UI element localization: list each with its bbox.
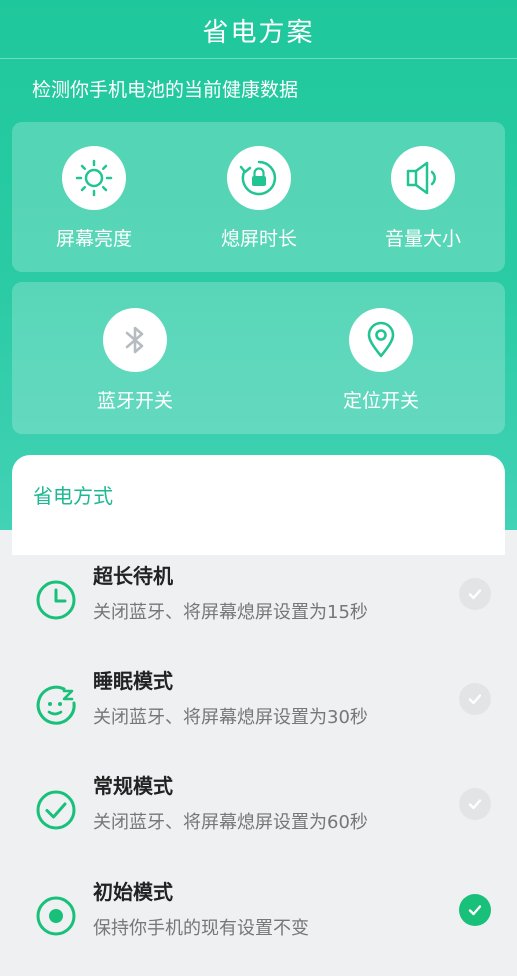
screen-lock-icon [227, 146, 291, 210]
section-title: 省电方式 [33, 484, 113, 508]
page-title: 省电方案 [202, 18, 315, 48]
screen-timeout-label: 熄屏时长 [220, 228, 297, 250]
screen-timeout-tool[interactable]: 熄屏时长 [189, 146, 329, 251]
volume-label: 音量大小 [384, 228, 461, 250]
bluetooth-label: 蓝牙开关 [96, 390, 173, 412]
bluetooth-icon [103, 308, 167, 372]
quick-tools-panel-1: 屏幕亮度 熄屏时长 音量大小 [12, 122, 505, 272]
mode-description: 关闭蓝牙、将屏幕熄屏设置为60秒 [93, 812, 368, 833]
unselected-check-icon[interactable] [459, 683, 491, 715]
radio-dot-icon [34, 894, 78, 938]
brightness-label: 屏幕亮度 [55, 228, 132, 250]
mode-description: 关闭蓝牙、将屏幕熄屏设置为30秒 [93, 707, 368, 728]
location-pin-icon [349, 308, 413, 372]
header-divider [0, 58, 517, 59]
mode-item-regular[interactable]: 常规模式 关闭蓝牙、将屏幕熄屏设置为60秒 [0, 766, 517, 870]
mode-name: 初始模式 [93, 880, 173, 904]
page-subtitle: 检测你手机电池的当前健康数据 [32, 79, 299, 101]
mode-item-initial[interactable]: 初始模式 保持你手机的现有设置不变 [0, 872, 517, 976]
volume-tool[interactable]: 音量大小 [353, 146, 493, 251]
clock-icon [34, 578, 78, 622]
quick-tools-panel-2: 蓝牙开关 定位开关 [12, 282, 505, 434]
mode-item-sleep[interactable]: 睡眠模式 关闭蓝牙、将屏幕熄屏设置为30秒 [0, 661, 517, 765]
location-label: 定位开关 [342, 390, 419, 412]
mode-description: 保持你手机的现有设置不变 [93, 918, 309, 939]
sleep-face-icon [34, 683, 78, 727]
mode-name: 常规模式 [93, 774, 173, 798]
selected-check-icon[interactable] [459, 894, 491, 926]
speaker-icon [391, 146, 455, 210]
sun-icon [62, 146, 126, 210]
brightness-tool[interactable]: 屏幕亮度 [24, 146, 164, 251]
bluetooth-tool[interactable]: 蓝牙开关 [65, 308, 205, 413]
location-tool[interactable]: 定位开关 [311, 308, 451, 413]
mode-item-super-standby[interactable]: 超长待机 关闭蓝牙、将屏幕熄屏设置为15秒 [0, 556, 517, 660]
mode-name: 超长待机 [93, 564, 173, 588]
unselected-check-icon[interactable] [459, 788, 491, 820]
mode-name: 睡眠模式 [93, 669, 173, 693]
mode-description: 关闭蓝牙、将屏幕熄屏设置为15秒 [93, 602, 368, 623]
check-circle-icon [34, 788, 78, 832]
unselected-check-icon[interactable] [459, 578, 491, 610]
